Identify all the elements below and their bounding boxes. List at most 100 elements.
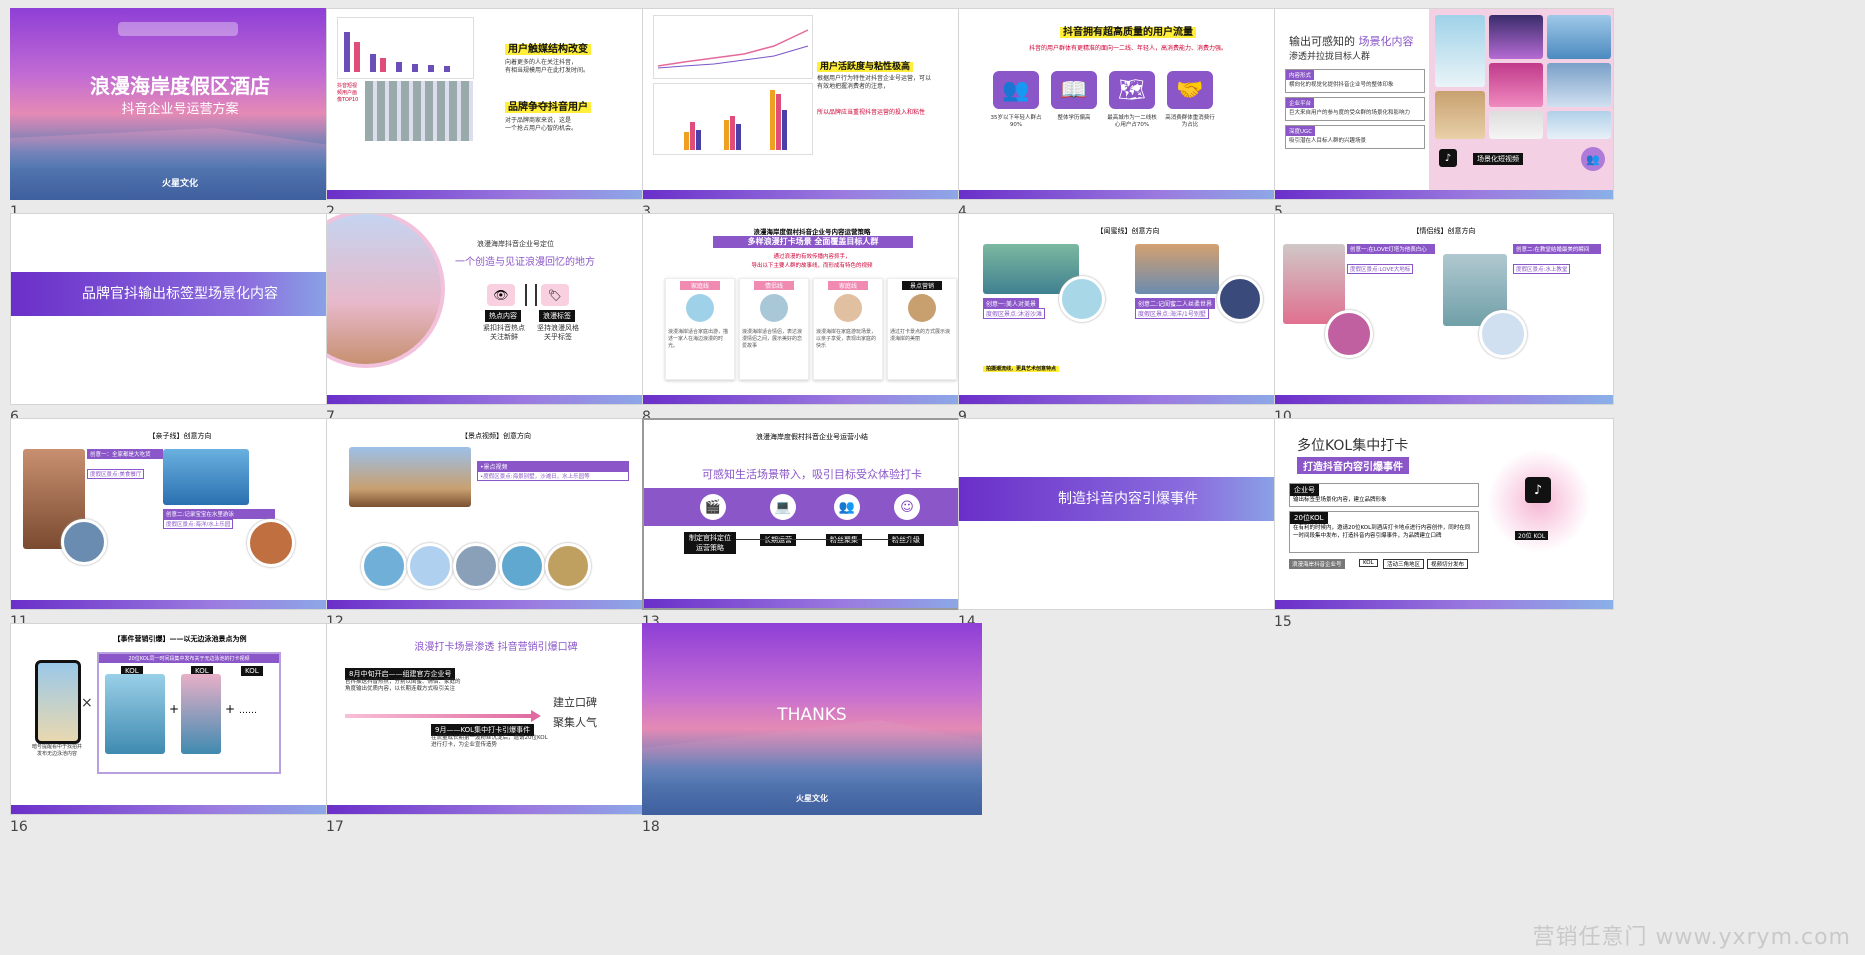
slide-thumbnail-13[interactable]: 浪漫海岸度假村抖音企业号运营小结 可感知生活场景带入，吸引目标受众体验打卡 🎬 … <box>642 418 982 648</box>
row-box: 深度UGC 吸引潜在人目标人群的兴趣场景 <box>1285 125 1425 149</box>
kol-diagram: ♪ 20位 KOL <box>1487 449 1591 553</box>
text-1b: 有相当规模用户在此打发时间。 <box>505 67 590 74</box>
users-icon: 👥 <box>834 494 860 520</box>
photo <box>1283 244 1345 324</box>
line-chart <box>653 15 813 79</box>
slide-thumbnail-14[interactable]: 制造抖音内容引爆事件 14 <box>958 418 1298 648</box>
slide-thumbnail-15[interactable]: 多位KOL集中打卡 打造抖音内容引爆事件 企业号 输出标签型场景化内容，建立品牌… <box>1274 418 1614 648</box>
story-card: 景点营销 通过打卡景点的方式展示浪漫海岸的美丽 <box>887 278 957 380</box>
cover-title: 浪漫海岸度假区酒店 <box>90 74 270 98</box>
slide-thumbnail-7[interactable]: 浪漫海岸抖音企业号定位 一个创造与见证浪漫回忆的地方 👁 🏷 热点内容 浪漫标签… <box>326 213 666 443</box>
idea-spot: 度假区景点:海洋/1号别墅 <box>1135 308 1209 319</box>
thanks-text: THANKS <box>777 705 847 725</box>
caption-2: 坚持浪漫风格 关乎标签 <box>537 324 579 342</box>
section-title: 品牌官抖输出标签型场景化内容 <box>11 272 349 316</box>
chip: 活动三角地区 <box>1383 559 1425 569</box>
idea-heading: 创意二:记录宝宝在水里游泳 <box>163 509 275 519</box>
label-hot: 热点内容 <box>485 310 521 322</box>
photo-circle <box>247 519 295 567</box>
story-card: 情侣线 浪漫海岸适合情侣，表达浪漫情侣之间，展示美好的恋爱故事 <box>739 278 809 380</box>
highlight-banner: 打造抖音内容引爆事件 <box>1297 457 1409 474</box>
logo <box>118 22 238 36</box>
tile-caption: 高消费群体重消费行为占比 <box>1165 115 1215 129</box>
slide-thumbnail-10[interactable]: 【情侣线】创意方向 创意一:在LOVE灯塔为他表白心 度假区景点:LOVE大地标… <box>1274 213 1614 443</box>
text-1: 向着更多的人在关注抖音， <box>505 59 578 66</box>
result-1: 建立口碑 <box>553 696 597 709</box>
photo-collage: ♪ 场景化短视频 👥 <box>1429 9 1613 199</box>
step-connector <box>736 539 916 540</box>
phone-mockup <box>35 660 81 744</box>
slide-number: 17 <box>326 819 344 835</box>
idea-heading: 创意二:在教堂结婚最美的瞬间 <box>1513 244 1601 254</box>
idea-spot: 度假区景点:水上教堂 <box>1513 264 1571 274</box>
slide-thumbnail-5[interactable]: 输出可感知的 场景化内容 渗透并拉拢目标人群 内容形式 横向化的视觉化提供抖音企… <box>1274 8 1614 238</box>
slide-thumbnail-12[interactable]: 【景点视频】创意方向 •景点视频 •度假区景点:海景别墅，沙滩日，水上乐园等 1… <box>326 418 666 648</box>
photo <box>1135 244 1219 294</box>
slide-thumbnail-4[interactable]: 抖音拥有超高质量的用户流量 抖音的用户群体有更精准的面向一二线、年轻人，高消费能… <box>958 8 1298 238</box>
handshake-icon: 🤝 <box>1167 71 1213 109</box>
step-label: 制定官抖定位运营策略 <box>684 532 736 554</box>
step-label: 粉丝聚集 <box>826 534 862 546</box>
subtitle: 抖音的用户群体有更精准的面向一二线、年轻人，高消费能力、消费力强。 <box>1028 45 1227 52</box>
slide-thumbnail-16[interactable]: 【事件营销引爆】——以无边泳池景点为例 暗号提醒看中于找拍并发布无边泳池内容 ×… <box>10 623 350 853</box>
slide-title: 抖音拥有超高质量的用户流量 <box>1060 27 1196 38</box>
slide-thumbnail-3[interactable]: 用户活跃度与粘性极高 根据用户行为特性对抖音企业号运营，可以 有效地把握消费者的… <box>642 8 982 238</box>
title-part-1: 输出可感知的 <box>1289 35 1355 48</box>
grouped-bar-chart <box>653 83 813 155</box>
slide-thumbnail-6[interactable]: 品牌官抖输出标签型场景化内容 6 <box>10 213 350 443</box>
multiply-sign: × <box>81 695 93 711</box>
tag: 拍摄潮流线，更具艺术创意特点 <box>983 366 1060 372</box>
arrow-head <box>531 710 541 722</box>
badge-label: 场景化短视频 <box>1473 153 1523 165</box>
sub-1: 通过浪漫的有效传播内容抓手， <box>773 254 851 260</box>
slide-thumbnail-8[interactable]: 浪漫海岸度假村抖音企业号内容运营策略 多样浪漫打卡场景 全面覆盖目标人群 通过浪… <box>642 213 982 443</box>
text-2: 对于品牌商家来说，这是 <box>505 117 572 124</box>
idea-spot: 度假区景点:海洋/水上乐园 <box>163 519 234 529</box>
caption-1: 紧扣抖音热点 关注新鲜 <box>483 324 525 342</box>
chart-tag: 抖音短视频用户画像TOP10 <box>337 83 359 103</box>
stage-1-text: 官抖推送抖音热点，分别以闺蜜、情侣、家庭的角度输出优质内容，以长期连载方式吸引关… <box>345 679 461 693</box>
row-box: 内容形式 横向化的视觉化提供抖音企业号的整体印象 <box>1285 69 1425 93</box>
tiktok-icon: ♪ <box>1439 149 1457 167</box>
photo-circle <box>61 519 107 565</box>
text-2: 所以品牌应当重视抖音运营的投入和粘性 <box>817 109 926 116</box>
slide-thumbnail-18[interactable]: THANKS 火星文化 18 <box>642 623 982 853</box>
icon-band: 🎬 💻 👥 ☺ <box>644 488 980 526</box>
map-icon: 🗺 <box>1109 71 1155 109</box>
users-icon: 👥 <box>1581 147 1605 171</box>
watermark: 营销任意门 www.yxrym.com <box>1532 925 1851 950</box>
slide-number: 16 <box>10 819 28 835</box>
slide-thumbnail-2[interactable]: 抖音短视频用户画像TOP10 用户触媒结构改变 向着更多的人在关注抖音， 有相当… <box>326 8 666 238</box>
section-title: 制造抖音内容引爆事件 <box>959 477 1297 521</box>
photo-circle <box>1479 310 1527 358</box>
story-card: 家庭线 浪漫海岸适合家庭出游，描述一家人在海边浪漫的时光。 <box>665 278 735 380</box>
slide-title: 【闺蜜线】创意方向 <box>1096 227 1160 235</box>
bar-chart <box>337 17 474 79</box>
slide-thumbnail-11[interactable]: 【亲子线】创意方向 创意一：全家都是大吃货 度假区景点:美食餐厅 创意二:记录宝… <box>10 418 350 648</box>
text-2b: 一个抢占用户心智的机会。 <box>505 125 578 132</box>
laptop-icon: 💻 <box>770 494 796 520</box>
couple-photo <box>327 214 445 368</box>
slide-title: 【事件营销引爆】——以无边泳池景点为例 <box>113 635 247 643</box>
photo-circle <box>1325 310 1373 358</box>
slide-thumbnail-9[interactable]: 【闺蜜线】创意方向 创意一:美人对美景 度假区景点:沐浴沙滩 创意二:记闺蜜二人… <box>958 213 1298 443</box>
book-icon: 📖 <box>1051 71 1097 109</box>
photo-circle <box>453 543 499 589</box>
slide-thumbnail-1[interactable]: 浪漫海岸度假区酒店 抖音企业号运营方案 火星文化 1 <box>10 8 350 238</box>
slogan: 一个创造与见证浪漫回忆的地方 <box>455 257 595 268</box>
summary-text: 可感知生活场景带入，吸引目标受众体验打卡 <box>702 468 922 481</box>
photo-circle <box>361 543 407 589</box>
kol-panel: 20位KOL同一时间段集中发布关于无边泳池的打卡视频 KOL + KOL + K… <box>97 652 281 774</box>
idea-spot: 度假区景点:LOVE大地标 <box>1347 264 1414 274</box>
slide-title: 浪漫海岸度假村抖音企业号运营小结 <box>756 433 868 441</box>
slide-thumbnail-17[interactable]: 浪漫打卡场景渗透 抖音营销引爆口碑 8月中旬开启——组建官方企业号 官抖推送抖音… <box>326 623 666 853</box>
video-icon: 🎬 <box>700 494 726 520</box>
heading-touchpoint: 用户触媒结构改变 <box>505 44 591 55</box>
tag-icon: 🏷 <box>541 284 569 306</box>
photo-circle <box>407 543 453 589</box>
slide-number: 15 <box>1274 614 1292 630</box>
photo-circle <box>1059 276 1105 322</box>
story-card: 家庭线 浪漫海岸在家庭游玩场景，以亲子享受，表现出家庭的快乐 <box>813 278 883 380</box>
cover-subtitle: 抖音企业号运营方案 <box>121 102 239 117</box>
result-2: 聚集人气 <box>553 716 597 729</box>
